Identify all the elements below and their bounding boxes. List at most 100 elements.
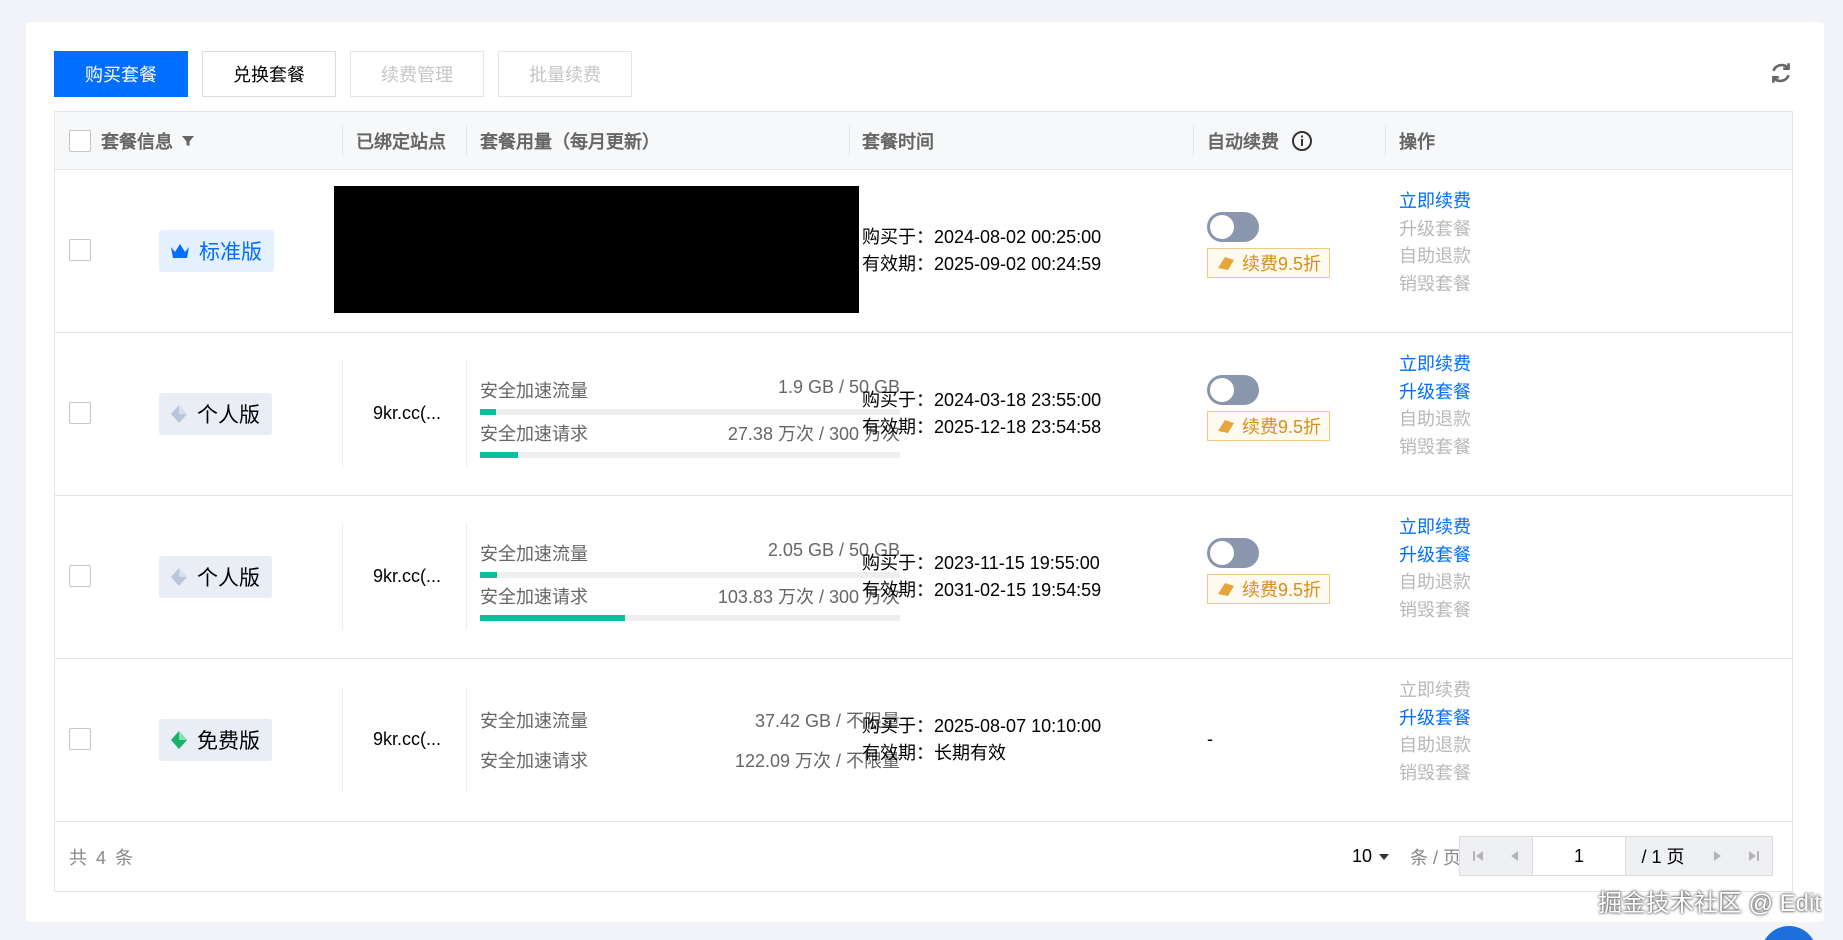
destroy-plan-link[interactable]: 销毁套餐	[1399, 434, 1471, 462]
page-size-unit: 条 / 页	[1410, 847, 1462, 868]
redacted-block	[334, 186, 859, 313]
header-auto-renew-label: 自动续费	[1207, 132, 1279, 152]
expire-time: 有效期：2031-02-15 19:54:59	[862, 580, 1102, 600]
plan-name: 个人版	[197, 404, 260, 427]
upgrade-plan-link[interactable]: 升级套餐	[1399, 379, 1471, 407]
first-page-icon	[1473, 851, 1483, 861]
plan-tag-free: 免费版	[159, 719, 272, 761]
auto-renew-toggle[interactable]	[1207, 375, 1259, 405]
traffic-progress-bar	[480, 409, 900, 415]
discount-badge: 续费9.5折	[1207, 411, 1331, 441]
plan-tag-personal: 个人版	[159, 556, 272, 598]
caret-down-icon	[1379, 853, 1390, 860]
plan-tag-personal: 个人版	[159, 393, 272, 435]
page-size-value: 10	[1352, 846, 1373, 866]
usage: 安全加速流量 37.42 GB / 不限量 安全加速请求 122.09 万次 / 不…	[480, 707, 900, 773]
watermark: 掘金技术社区 @ Edit	[1597, 890, 1821, 917]
refresh-icon[interactable]	[1768, 60, 1794, 86]
buy-plan-button[interactable]: 购买套餐	[54, 51, 188, 97]
self-refund-link[interactable]: 自助退款	[1399, 406, 1471, 434]
table-footer: 共 4 条 10 条 / 页 1 / 1 页	[55, 822, 1792, 891]
renew-now-link[interactable]: 立即续费	[1399, 188, 1471, 216]
request-label: 安全加速请求	[480, 751, 588, 771]
self-refund-link[interactable]: 自助退款	[1399, 569, 1471, 597]
last-page-button[interactable]	[1736, 837, 1772, 875]
plan-tag-standard: 标准版	[159, 230, 274, 272]
plan-name: 免费版	[197, 730, 260, 753]
prev-page-icon	[1511, 851, 1518, 861]
first-page-button[interactable]	[1460, 837, 1496, 875]
bound-site[interactable]: 9kr.cc(...	[373, 729, 441, 750]
auto-renew-toggle[interactable]	[1207, 538, 1259, 568]
plan-time: 购买于：2025-08-07 10:10:00 有效期：长期有效	[862, 713, 1101, 767]
last-page-icon	[1749, 851, 1759, 861]
bound-site[interactable]: 9kr.cc(...	[373, 403, 441, 424]
traffic-label: 安全加速流量	[480, 711, 588, 731]
auto-renew-toggle[interactable]	[1207, 212, 1259, 242]
table-row: 个人版 9kr.cc(... 安全加速流量 1.9 GB / 50 GB 安全加速…	[55, 333, 1792, 496]
upgrade-plan-link[interactable]: 升级套餐	[1399, 542, 1471, 570]
header-time: 套餐时间	[862, 132, 934, 152]
page-size-select[interactable]: 10 条 / 页	[1352, 844, 1461, 870]
self-refund-link[interactable]: 自助退款	[1399, 243, 1471, 271]
self-refund-link[interactable]: 自助退款	[1399, 732, 1471, 760]
request-label: 安全加速请求	[480, 424, 588, 444]
table-row: 个人版 9kr.cc(... 安全加速流量 2.05 GB / 50 GB 安全加…	[55, 496, 1792, 659]
destroy-plan-link[interactable]: 销毁套餐	[1399, 760, 1471, 788]
expire-time: 有效期：长期有效	[862, 743, 1006, 763]
upgrade-plan-link[interactable]: 升级套餐	[1399, 216, 1471, 244]
total-pages: / 1 页	[1626, 837, 1700, 875]
plan-name: 标准版	[199, 241, 262, 264]
discount-badge: 续费9.5折	[1207, 574, 1331, 604]
page-input[interactable]: 1	[1532, 837, 1626, 875]
plan-name: 个人版	[197, 567, 260, 590]
floating-action-button[interactable]	[1761, 926, 1817, 940]
prev-page-button[interactable]	[1496, 837, 1532, 875]
bound-site[interactable]: 9kr.cc(...	[373, 566, 441, 587]
renew-now-link[interactable]: 立即续费	[1399, 351, 1471, 379]
exchange-plan-button[interactable]: 兑换套餐	[202, 51, 336, 97]
filter-icon[interactable]	[181, 134, 195, 148]
row-ops: 立即续费 升级套餐 自助退款 销毁套餐	[1399, 514, 1471, 624]
header-info: 套餐信息	[101, 112, 195, 170]
traffic-label: 安全加速流量	[480, 544, 588, 564]
row-ops: 立即续费 升级套餐 自助退款 销毁套餐	[1399, 351, 1471, 461]
batch-renew-button[interactable]: 批量续费	[498, 51, 632, 97]
info-icon[interactable]	[1291, 130, 1313, 152]
traffic-label: 安全加速流量	[480, 381, 588, 401]
row-checkbox[interactable]	[69, 239, 91, 261]
usage: 安全加速流量 1.9 GB / 50 GB 安全加速请求 27.38 万次 / 30…	[480, 377, 900, 463]
purchase-time: 购买于：2024-03-18 23:55:00	[862, 390, 1102, 410]
header-info-label: 套餐信息	[101, 132, 173, 152]
toolbar: 购买套餐 兑换套餐 续费管理 批量续费	[54, 51, 632, 97]
upgrade-plan-link[interactable]: 升级套餐	[1399, 705, 1471, 733]
diamond-icon	[171, 568, 187, 586]
diamond-icon	[171, 405, 187, 423]
next-page-button[interactable]	[1700, 837, 1736, 875]
renew-now-link[interactable]: 立即续费	[1399, 677, 1471, 705]
plan-time: 购买于：2024-08-02 00:25:00 有效期：2025-09-02 0…	[862, 224, 1101, 278]
row-checkbox[interactable]	[69, 728, 91, 750]
destroy-plan-link[interactable]: 销毁套餐	[1399, 597, 1471, 625]
renew-manage-button[interactable]: 续费管理	[350, 51, 484, 97]
plan-time: 购买于：2024-03-18 23:55:00 有效期：2025-12-18 2…	[862, 387, 1101, 441]
header-auto-renew: 自动续费	[1207, 112, 1313, 170]
purchase-time: 购买于：2023-11-15 19:55:00	[862, 553, 1100, 573]
discount-badge: 续费9.5折	[1207, 248, 1331, 278]
purchase-time: 购买于：2024-08-02 00:25:00	[862, 227, 1102, 247]
destroy-plan-link[interactable]: 销毁套餐	[1399, 271, 1471, 299]
row-checkbox[interactable]	[69, 565, 91, 587]
plan-table: 套餐信息 已绑定站点 套餐用量（每月更新） 套餐时间 自动续费 操作 标准版 购…	[54, 111, 1793, 892]
row-ops: 立即续费 升级套餐 自助退款 销毁套餐	[1399, 188, 1471, 298]
discount-icon	[1218, 420, 1234, 433]
free-plan-icon	[171, 731, 187, 749]
header-ops: 操作	[1399, 132, 1435, 152]
purchase-time: 购买于：2025-08-07 10:10:00	[862, 716, 1102, 736]
row-ops: 立即续费 升级套餐 自助退款 销毁套餐	[1399, 677, 1471, 787]
row-checkbox[interactable]	[69, 402, 91, 424]
usage: 安全加速流量 2.05 GB / 50 GB 安全加速请求 103.83 万次 / …	[480, 540, 900, 626]
next-page-icon	[1714, 851, 1721, 861]
select-all-checkbox[interactable]	[69, 130, 91, 152]
renew-now-link[interactable]: 立即续费	[1399, 514, 1471, 542]
request-progress-bar	[480, 615, 900, 621]
